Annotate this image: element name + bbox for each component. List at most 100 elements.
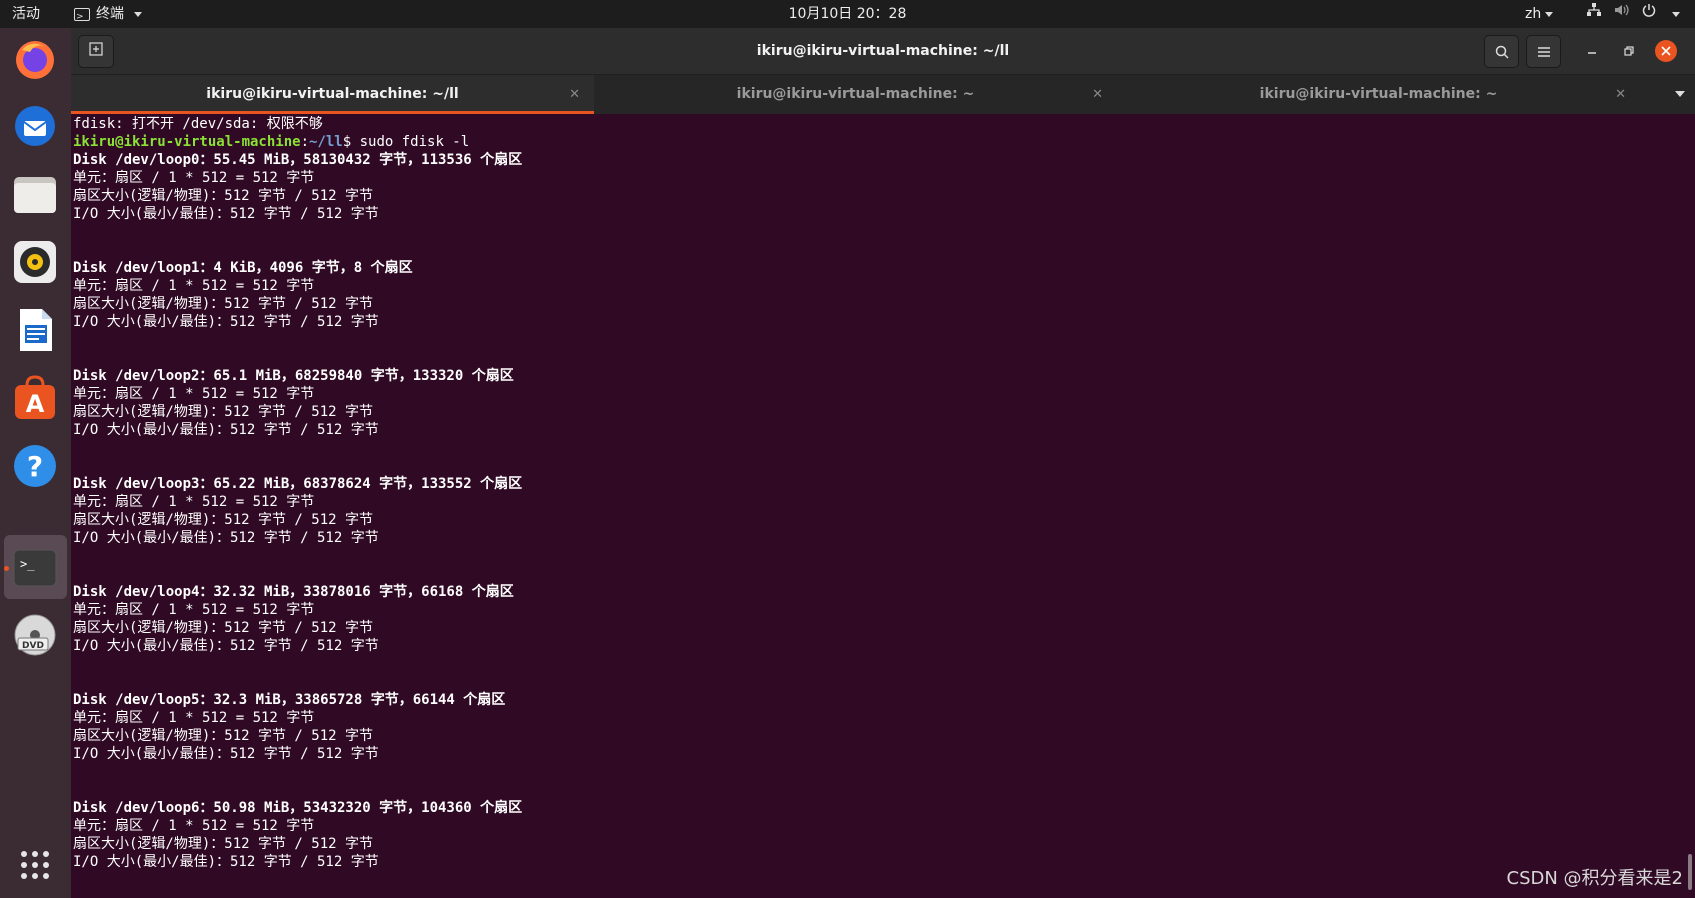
disk-header: Disk /dev/loop0：55.45 MiB，58130432 字节，11… [73, 152, 523, 168]
disk-sector-size-line: 扇区大小(逻辑/物理)：512 字节 / 512 字节 [73, 728, 374, 744]
disk-io-size-line: I/O 大小(最小/最佳)：512 字节 / 512 字节 [73, 530, 379, 546]
tab-2[interactable]: ikiru@ikiru-virtual-machine: ~ ✕ [594, 75, 1117, 114]
help-icon[interactable]: ? [12, 443, 58, 489]
tab-label: ikiru@ikiru-virtual-machine: ~/ll [206, 86, 459, 102]
disk-io-size-line: I/O 大小(最小/最佳)：512 字节 / 512 字节 [73, 854, 379, 870]
close-tab-icon[interactable]: ✕ [1092, 75, 1103, 114]
close-tab-icon[interactable]: ✕ [1615, 75, 1626, 114]
disk-sector-size-line: 扇区大小(逻辑/物理)：512 字节 / 512 字节 [73, 296, 374, 312]
search-icon [1495, 45, 1509, 59]
prompt-user: ikiru@ikiru-virtual-machine [73, 134, 301, 150]
network-icon [1586, 0, 1602, 28]
terminal-window: ikiru@ikiru-virtual-machine: ~/ll ikiru@… [71, 28, 1695, 898]
minimize-button[interactable] [1581, 40, 1603, 62]
disk-header: Disk /dev/loop1：4 KiB，4096 字节，8 个扇区 [73, 260, 413, 276]
restore-icon [1624, 46, 1634, 56]
svg-text:?: ? [27, 450, 43, 483]
disk-unit-line: 单元：扇区 / 1 * 512 = 512 字节 [73, 710, 315, 726]
system-tray[interactable] [1586, 0, 1680, 28]
hamburger-icon [1537, 46, 1550, 57]
disk-sector-size-line: 扇区大小(逻辑/物理)：512 字节 / 512 字节 [73, 512, 374, 528]
minimize-icon [1588, 52, 1596, 54]
running-indicator [4, 566, 9, 571]
disk-io-size-line: I/O 大小(最小/最佳)：512 字节 / 512 字节 [73, 638, 379, 654]
app-grid-icon[interactable] [12, 842, 58, 888]
disk-header: Disk /dev/loop4：32.32 MiB，33878016 字节，66… [73, 584, 514, 600]
disk-list: Disk /dev/loop0：55.45 MiB，58130432 字节，11… [73, 151, 1673, 871]
dvd-icon[interactable]: DVD [12, 612, 58, 658]
tabs-menu-icon[interactable] [1675, 91, 1685, 97]
firefox-icon[interactable] [12, 36, 58, 82]
dock: A ? >_ DVD [0, 28, 71, 898]
scrollbar[interactable] [1688, 854, 1692, 890]
close-tab-icon[interactable]: ✕ [569, 75, 580, 114]
volume-icon [1614, 0, 1630, 28]
search-button[interactable] [1484, 35, 1519, 68]
prompt-dollar: $ [342, 134, 360, 150]
rhythmbox-icon[interactable] [12, 239, 58, 285]
disk-block: Disk /dev/loop6：50.98 MiB，53432320 字节，10… [73, 799, 1673, 871]
close-window-button[interactable] [1655, 40, 1677, 62]
command: sudo fdisk -l [359, 134, 470, 150]
disk-header: Disk /dev/loop6：50.98 MiB，53432320 字节，10… [73, 800, 523, 816]
close-icon [1661, 46, 1671, 56]
prompt-path: ~/ll [309, 134, 343, 150]
svg-text:DVD: DVD [22, 641, 44, 651]
terminal-output[interactable]: fdisk: 打不开 /dev/sda: 权限不够 ikiru@ikiru-vi… [73, 115, 1673, 898]
tab-1[interactable]: ikiru@ikiru-virtual-machine: ~/ll ✕ [71, 75, 594, 114]
svg-text:>_: >_ [20, 557, 35, 571]
menu-button[interactable] [1526, 35, 1561, 68]
disk-unit-line: 单元：扇区 / 1 * 512 = 512 字节 [73, 386, 315, 402]
disk-block: Disk /dev/loop3：65.22 MiB，68378624 字节，13… [73, 475, 1673, 583]
disk-io-size-line: I/O 大小(最小/最佳)：512 字节 / 512 字节 [73, 206, 379, 222]
power-icon [1642, 0, 1656, 28]
disk-sector-size-line: 扇区大小(逻辑/物理)：512 字节 / 512 字节 [73, 188, 374, 204]
disk-io-size-line: I/O 大小(最小/最佳)：512 字节 / 512 字节 [73, 422, 379, 438]
tab-3[interactable]: ikiru@ikiru-virtual-machine: ~ ✕ [1117, 75, 1640, 114]
terminal-icon[interactable]: >_ [12, 544, 58, 590]
tab-bar: ikiru@ikiru-virtual-machine: ~/ll ✕ ikir… [71, 75, 1695, 114]
clock[interactable]: 10月10日 20：28 [0, 0, 1695, 28]
prompt-colon: : [300, 134, 310, 150]
tab-label: ikiru@ikiru-virtual-machine: ~ [736, 86, 975, 102]
chevron-down-icon [1672, 11, 1680, 17]
disk-block: Disk /dev/loop1：4 KiB，4096 字节，8 个扇区 单元：扇区… [73, 259, 1673, 367]
disk-unit-line: 单元：扇区 / 1 * 512 = 512 字节 [73, 818, 315, 834]
input-method-menu[interactable]: zh [1525, 0, 1554, 28]
header-bar: ikiru@ikiru-virtual-machine: ~/ll [71, 28, 1695, 75]
tab-label: ikiru@ikiru-virtual-machine: ~ [1259, 86, 1498, 102]
disk-header: Disk /dev/loop5：32.3 MiB，33865728 字节，661… [73, 692, 506, 708]
svg-text:A: A [26, 390, 45, 418]
thunderbird-icon[interactable] [12, 103, 58, 149]
disk-block: Disk /dev/loop2：65.1 MiB，68259840 字节，133… [73, 367, 1673, 475]
disk-sector-size-line: 扇区大小(逻辑/物理)：512 字节 / 512 字节 [73, 836, 374, 852]
disk-sector-size-line: 扇区大小(逻辑/物理)：512 字节 / 512 字节 [73, 404, 374, 420]
libreoffice-writer-icon[interactable] [12, 307, 58, 353]
window-title: ikiru@ikiru-virtual-machine: ~/ll [756, 43, 1010, 59]
software-center-icon[interactable]: A [12, 375, 58, 421]
disk-sector-size-line: 扇区大小(逻辑/物理)：512 字节 / 512 字节 [73, 620, 374, 636]
disk-header: Disk /dev/loop3：65.22 MiB，68378624 字节，13… [73, 476, 523, 492]
disk-unit-line: 单元：扇区 / 1 * 512 = 512 字节 [73, 602, 315, 618]
disk-unit-line: 单元：扇区 / 1 * 512 = 512 字节 [73, 170, 315, 186]
disk-unit-line: 单元：扇区 / 1 * 512 = 512 字节 [73, 278, 315, 294]
maximize-button[interactable] [1618, 40, 1640, 62]
prompt-line: ikiru@ikiru-virtual-machine:~/ll$ sudo f… [73, 133, 1673, 151]
disk-header: Disk /dev/loop2：65.1 MiB，68259840 字节，133… [73, 368, 514, 384]
files-icon[interactable] [12, 171, 58, 217]
disk-block: Disk /dev/loop0：55.45 MiB，58130432 字节，11… [73, 151, 1673, 259]
disk-unit-line: 单元：扇区 / 1 * 512 = 512 字节 [73, 494, 315, 510]
disk-block: Disk /dev/loop5：32.3 MiB，33865728 字节，661… [73, 691, 1673, 799]
